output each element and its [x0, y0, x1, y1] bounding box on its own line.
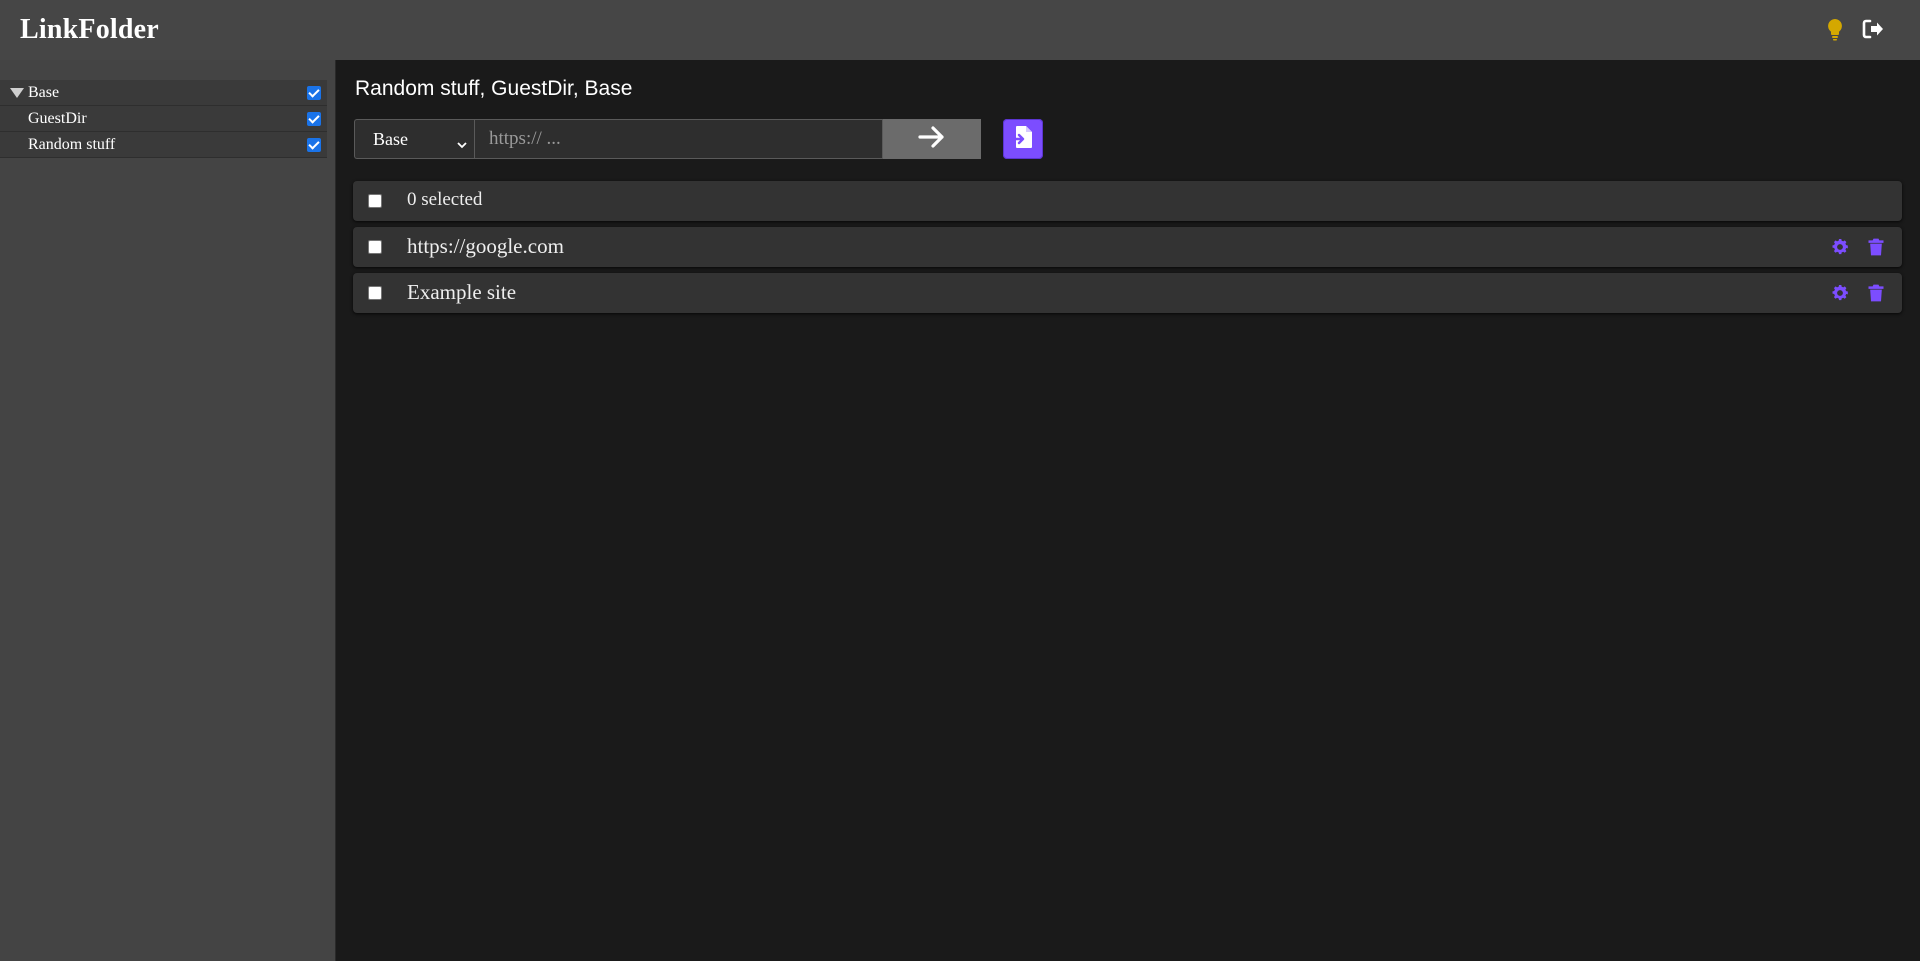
folder-checkbox[interactable] [307, 138, 321, 152]
url-input[interactable] [474, 119, 883, 159]
chevron-down-icon [456, 129, 468, 167]
folder-sidebar: Base GuestDir Random stuff [0, 60, 336, 961]
trash-icon[interactable] [1866, 237, 1886, 257]
link-title[interactable]: https://google.com [407, 234, 564, 259]
link-checkbox[interactable] [368, 240, 382, 254]
link-title[interactable]: Example site [407, 280, 516, 305]
app-title: LinkFolder [20, 14, 159, 45]
sidebar-item-label: GuestDir [28, 110, 87, 127]
trash-icon[interactable] [1866, 283, 1886, 303]
link-row[interactable]: Example site [353, 273, 1902, 313]
sidebar-item-label: Random stuff [28, 136, 116, 153]
folder-select-value: Base [373, 129, 408, 149]
sidebar-item-base[interactable]: Base [0, 80, 327, 106]
header-actions [1823, 17, 1885, 41]
top-bar: LinkFolder [0, 0, 1920, 60]
folder-checkbox[interactable] [307, 112, 321, 126]
caret-down-icon[interactable] [10, 88, 24, 98]
sidebar-item-guestdir[interactable]: GuestDir [0, 106, 327, 132]
select-all-checkbox[interactable] [368, 194, 382, 208]
import-file-button[interactable] [1003, 119, 1043, 159]
sidebar-item-random-stuff[interactable]: Random stuff [0, 132, 327, 158]
gear-icon[interactable] [1830, 283, 1850, 303]
main-panel: Random stuff, GuestDir, Base Base 0 sele… [336, 60, 1920, 961]
lightbulb-icon[interactable] [1823, 17, 1847, 41]
link-row[interactable]: https://google.com [353, 227, 1902, 267]
breadcrumb: Random stuff, GuestDir, Base [355, 77, 633, 100]
arrow-right-icon [917, 125, 947, 154]
link-actions [1830, 283, 1886, 303]
add-link-button[interactable] [883, 119, 981, 159]
select-all-row: 0 selected [353, 181, 1902, 221]
link-checkbox[interactable] [368, 286, 382, 300]
selected-count: 0 selected [407, 189, 483, 210]
file-import-icon [1011, 124, 1035, 155]
folder-select[interactable]: Base [354, 119, 474, 159]
folder-checkbox[interactable] [307, 86, 321, 100]
logout-icon[interactable] [1861, 17, 1885, 41]
link-actions [1830, 237, 1886, 257]
gear-icon[interactable] [1830, 237, 1850, 257]
add-link-bar: Base [354, 119, 981, 159]
sidebar-item-label: Base [28, 84, 60, 101]
